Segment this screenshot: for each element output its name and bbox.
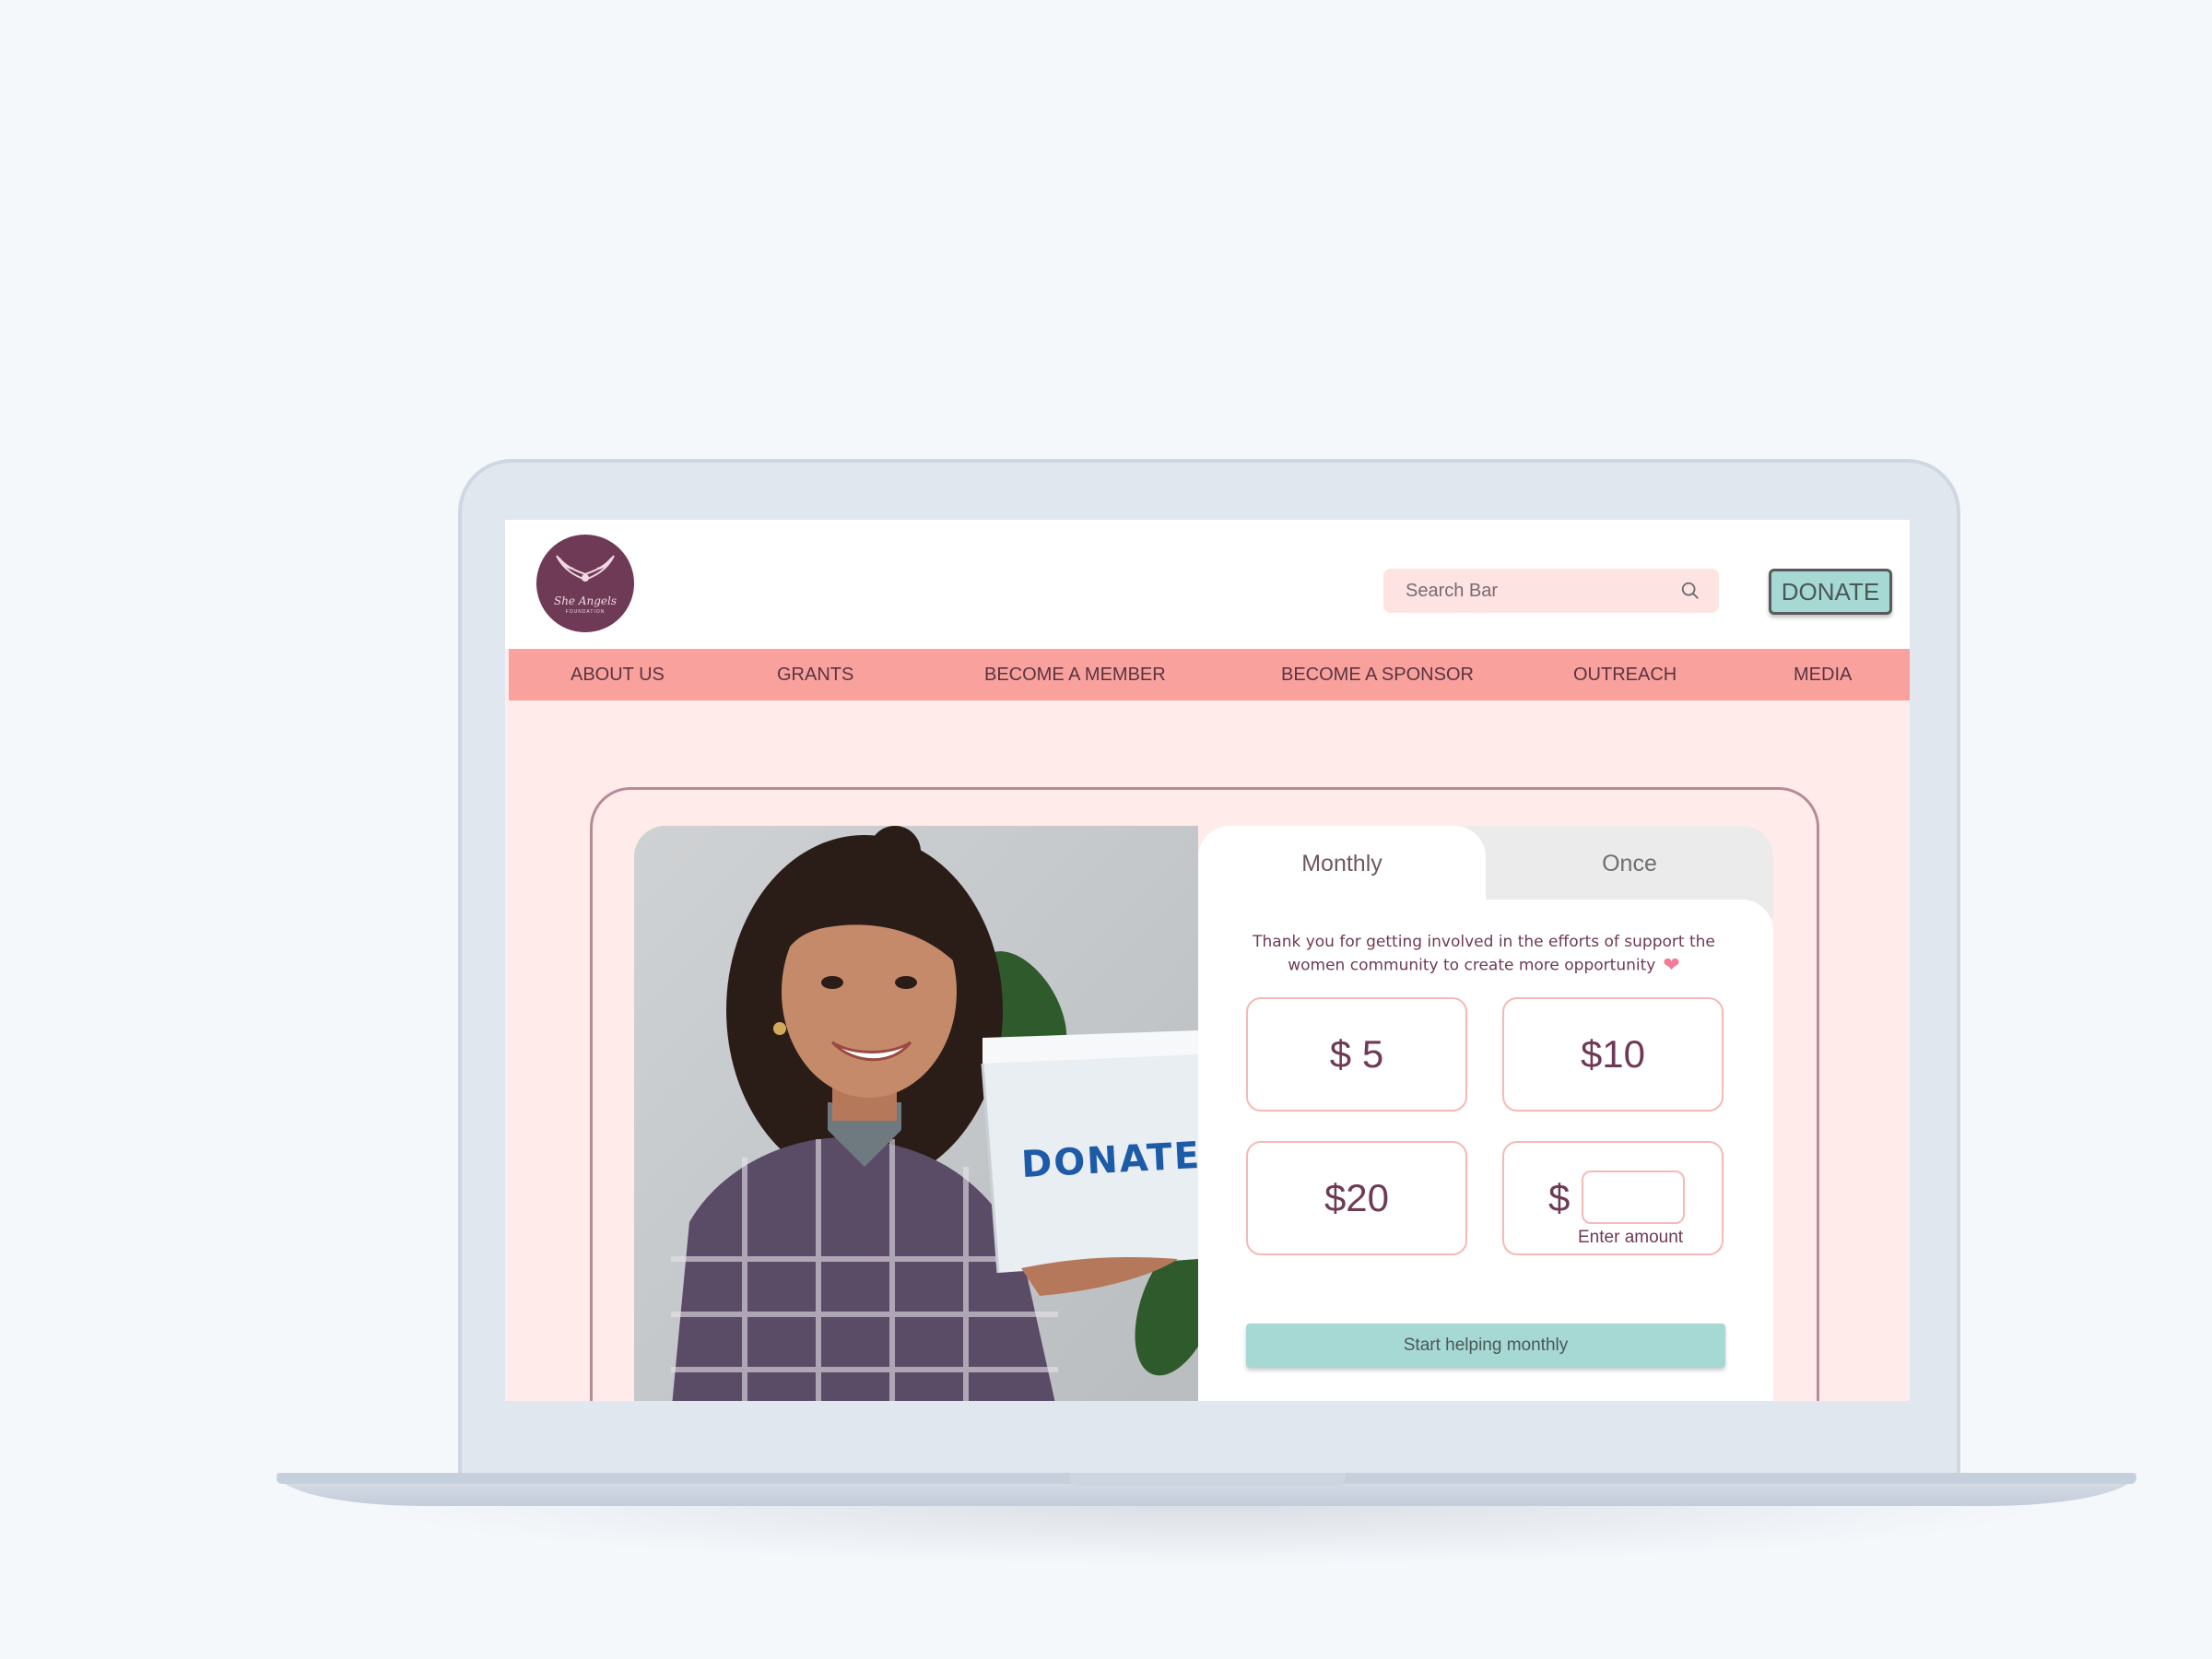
custom-amount-hint: Enter amount bbox=[1578, 1228, 1684, 1247]
thank-you-message: Thank you for getting involved in the ef… bbox=[1226, 931, 1742, 978]
thank-you-line-2: women community to create more opportuni… bbox=[1288, 956, 1656, 975]
laptop-notch bbox=[1069, 1473, 1346, 1486]
site-header: She Angels FOUNDATION Search Bar DONATE bbox=[505, 520, 1910, 649]
tab-once[interactable]: Once bbox=[1486, 826, 1773, 901]
amount-option-20[interactable]: $20 bbox=[1246, 1141, 1467, 1255]
amount-option-5[interactable]: $ 5 bbox=[1246, 997, 1467, 1112]
laptop-shadow bbox=[350, 1502, 2065, 1567]
start-helping-button[interactable]: Start helping monthly bbox=[1246, 1324, 1725, 1368]
amount-option-custom[interactable]: $ Enter amount bbox=[1502, 1141, 1724, 1255]
search-icon[interactable] bbox=[1680, 581, 1700, 601]
heart-icon: ❤ bbox=[1663, 954, 1680, 977]
nav-item-outreach[interactable]: OUTREACH bbox=[1573, 649, 1677, 700]
logo-text: She Angels bbox=[553, 594, 618, 607]
tab-monthly[interactable]: Monthly bbox=[1198, 826, 1486, 901]
nav-item-media[interactable]: MEDIA bbox=[1794, 649, 1852, 700]
search-input[interactable]: Search Bar bbox=[1406, 581, 1680, 602]
main-nav: ABOUT US GRANTS BECOME A MEMBER BECOME A… bbox=[509, 649, 1910, 700]
thank-you-line-2-wrapper: women community to create more opportuni… bbox=[1226, 954, 1742, 978]
angel-wings-icon bbox=[556, 555, 615, 582]
amount-option-10[interactable]: $10 bbox=[1502, 997, 1724, 1112]
logo[interactable]: She Angels FOUNDATION bbox=[536, 535, 634, 632]
thank-you-line-1: Thank you for getting involved in the ef… bbox=[1253, 933, 1715, 951]
nav-item-about-us[interactable]: ABOUT US bbox=[571, 649, 665, 700]
nav-item-become-a-sponsor[interactable]: BECOME A SPONSOR bbox=[1281, 649, 1474, 700]
nav-item-grants[interactable]: GRANTS bbox=[777, 649, 853, 700]
laptop-screen: She Angels FOUNDATION Search Bar DONATE … bbox=[505, 520, 1910, 1401]
woman-holding-donate-box-image bbox=[634, 826, 1198, 1401]
custom-amount-currency: $ bbox=[1548, 1176, 1571, 1219]
logo-subtitle: FOUNDATION bbox=[565, 609, 606, 615]
custom-amount-input[interactable] bbox=[1582, 1171, 1685, 1224]
search-bar[interactable]: Search Bar bbox=[1383, 569, 1719, 613]
donation-panel: Monthly Once Thank you for getting invol… bbox=[1198, 826, 1773, 1401]
donate-button[interactable]: DONATE bbox=[1769, 569, 1892, 615]
donation-photo: DONATE bbox=[634, 826, 1198, 1401]
nav-item-become-a-member[interactable]: BECOME A MEMBER bbox=[984, 649, 1166, 700]
